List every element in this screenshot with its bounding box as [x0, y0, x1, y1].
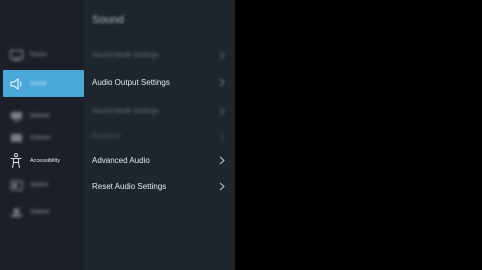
menu-item-label: Audio Output Settings [92, 77, 170, 87]
sidebar-item-label: Channel [30, 135, 51, 141]
channel-icon [9, 131, 23, 145]
sidebar-item-label: Accessibility [30, 158, 60, 164]
sidebar-item-support[interactable]: Support [3, 199, 84, 225]
tv-settings-screen: Picture Sound Network Channel Accessibil… [0, 0, 482, 270]
chevron-right-icon [218, 50, 226, 60]
menu-item-label: Equalizer [92, 132, 122, 140]
menu-item-reset-audio-settings[interactable]: Reset Audio Settings [92, 179, 232, 193]
sidebar-item-accessibility[interactable]: Accessibility [3, 148, 84, 174]
sidebar-item-label: Network [30, 113, 51, 119]
sound-icon [9, 77, 23, 91]
menu-item-equalizer[interactable]: Equalizer [92, 129, 232, 143]
support-icon [9, 205, 23, 219]
chevron-right-icon [218, 77, 226, 87]
menu-item-audio-output-settings[interactable]: Audio Output Settings [92, 75, 232, 89]
sidebar-item-system[interactable]: System [3, 172, 84, 198]
sidebar-item-label: Picture [30, 52, 48, 58]
sidebar-item-sound[interactable]: Sound [3, 70, 84, 97]
chevron-right-icon [218, 155, 226, 165]
system-icon [9, 178, 23, 192]
sidebar-item-label: Support [30, 209, 50, 215]
menu-item-label: Sound Mode Settings [92, 107, 159, 115]
picture-icon [9, 48, 23, 62]
chevron-right-icon [218, 131, 226, 141]
menu-item-label: Advanced Audio [92, 155, 150, 165]
network-icon [9, 109, 23, 123]
settings-sidebar: Picture Sound Network Channel Accessibil… [0, 0, 84, 270]
chevron-right-icon [218, 181, 226, 191]
sidebar-item-label: System [30, 182, 49, 188]
accessibility-icon [9, 153, 23, 169]
menu-item-label: Reset Audio Settings [92, 181, 167, 191]
menu-item-sound-settings[interactable]: Sound Mode Settings [92, 104, 232, 118]
chevron-right-icon [218, 106, 226, 116]
menu-item-label: Sound Mode Settings [92, 51, 159, 59]
page-title: Sound [92, 14, 124, 26]
sidebar-item-picture[interactable]: Picture [3, 42, 84, 68]
sidebar-item-label: Sound [30, 80, 46, 87]
menu-item-advanced-audio[interactable]: Advanced Audio [92, 153, 232, 167]
menu-item-sound-mode[interactable]: Sound Mode Settings [92, 43, 232, 67]
